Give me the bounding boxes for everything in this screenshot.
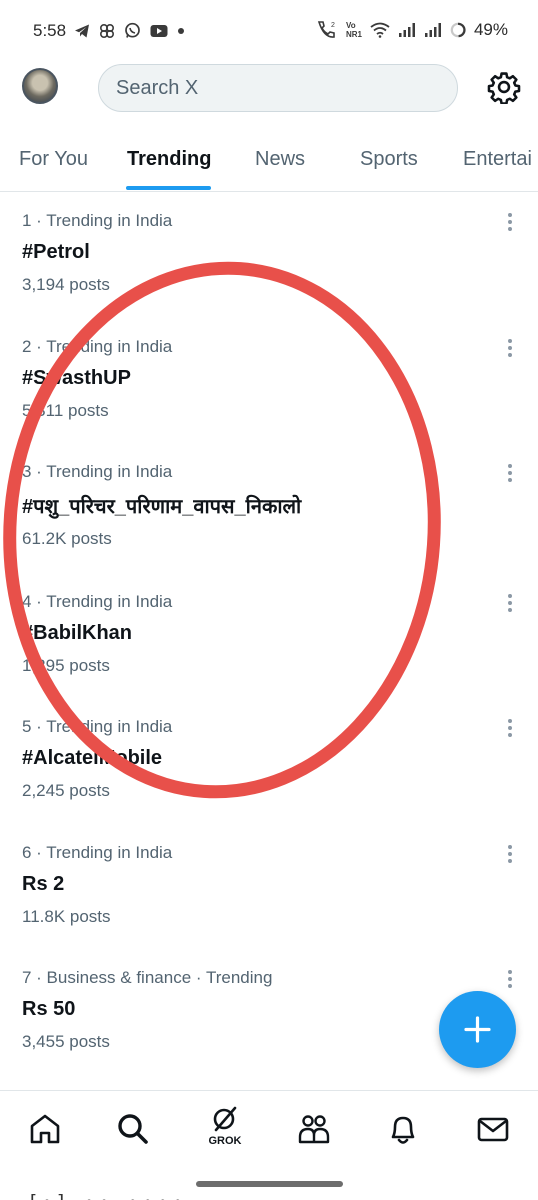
svg-text:2: 2 <box>331 22 335 29</box>
trend-item[interactable]: 2 · Trending in India #SwasthUP 5,311 po… <box>0 337 538 462</box>
grok-icon <box>213 1106 237 1132</box>
wifi-calling-icon: 2 <box>317 21 335 38</box>
compose-button[interactable] <box>439 991 516 1068</box>
signal-icon-2 <box>424 23 441 37</box>
trend-meta: 5 · Trending in India <box>22 717 173 736</box>
messages-icon[interactable] <box>473 1109 513 1149</box>
youtube-icon <box>150 24 168 37</box>
bottom-nav: GROK <box>0 1090 538 1170</box>
tab-entertainment[interactable]: Entertai <box>463 148 532 171</box>
trend-name[interactable]: #पशु_परिचर_परिणाम_वापस_निकालो <box>22 492 301 519</box>
trend-meta: 1 · Trending in India <box>22 211 173 230</box>
telegram-icon <box>75 24 89 37</box>
communities-icon[interactable] <box>294 1109 334 1149</box>
more-options-icon[interactable] <box>500 843 520 869</box>
network-label: Vo NR1 <box>345 21 362 39</box>
trend-name[interactable]: #Petrol <box>22 241 90 264</box>
more-options-icon[interactable] <box>500 592 520 618</box>
trend-item[interactable]: 3 · Trending in India #पशु_परिचर_परिणाम_… <box>0 462 538 592</box>
whatsapp-icon <box>125 22 140 38</box>
active-tab-indicator <box>126 186 211 190</box>
trend-item[interactable]: 1 · Trending in India #Petrol 3,194 post… <box>0 211 538 336</box>
tab-bar: For You Trending News Sports Entertai <box>0 130 538 192</box>
trend-name[interactable]: #SwasthUP <box>22 367 131 390</box>
plus-icon <box>464 1016 491 1043</box>
trend-posts: 11.8K posts <box>22 907 111 926</box>
gesture-bar[interactable] <box>196 1181 343 1187</box>
trend-posts: 3,455 posts <box>22 1032 110 1051</box>
trend-name[interactable]: Rs 2 <box>22 873 64 896</box>
trend-posts: 1,295 posts <box>22 656 110 675</box>
trend-posts: 3,194 posts <box>22 275 110 294</box>
home-icon[interactable] <box>25 1109 65 1149</box>
trend-meta: 2 · Trending in India <box>22 337 173 356</box>
battery-percent: 49% <box>473 20 508 39</box>
trend-posts: 2,245 posts <box>22 781 110 800</box>
trend-meta: 4 · Trending in India <box>22 592 173 611</box>
trend-posts: 5,311 posts <box>22 401 109 420</box>
notifications-icon[interactable] <box>383 1109 423 1149</box>
tab-for-you[interactable]: For You <box>19 148 88 171</box>
signal-icon <box>398 23 415 37</box>
trend-name[interactable]: Rs 50 <box>22 998 75 1021</box>
more-options-icon[interactable] <box>500 462 520 488</box>
cutoff-text: [•] •• •••• <box>30 1192 189 1200</box>
tab-trending[interactable]: Trending <box>127 148 211 171</box>
status-time: 5:58 <box>33 21 67 40</box>
dot-icon <box>178 27 184 34</box>
tab-sports[interactable]: Sports <box>360 148 418 171</box>
status-left-icons <box>74 22 185 39</box>
trend-name[interactable]: #AlcatelMobile <box>22 747 162 770</box>
battery-icon <box>450 22 466 38</box>
settings-icon[interactable] <box>487 70 521 104</box>
search-input[interactable] <box>99 65 457 111</box>
more-options-icon[interactable] <box>500 211 520 237</box>
trend-meta: 3 · Trending in India <box>22 462 173 481</box>
trend-posts: 61.2K posts <box>22 529 112 548</box>
status-bar: 5:58 2 Vo NR1 49% <box>0 0 538 60</box>
header <box>0 60 538 120</box>
trend-item[interactable]: 6 · Trending in India Rs 2 11.8K posts <box>0 843 538 968</box>
grok-tab[interactable]: GROK <box>205 1105 245 1147</box>
search-box[interactable] <box>98 64 458 112</box>
trend-item[interactable]: 4 · Trending in India #BabilKhan 1,295 p… <box>0 592 538 717</box>
pinwheel-icon <box>99 23 115 38</box>
grok-label: GROK <box>208 1135 242 1147</box>
trend-item[interactable]: 5 · Trending in India #AlcatelMobile 2,2… <box>0 717 538 842</box>
trend-meta: 6 · Trending in India <box>22 843 173 862</box>
wifi-icon <box>370 22 390 38</box>
status-right: 2 Vo NR1 49% <box>316 20 508 40</box>
more-options-icon[interactable] <box>500 337 520 363</box>
avatar[interactable] <box>22 68 58 104</box>
trend-name[interactable]: #BabilKhan <box>22 622 132 645</box>
more-options-icon[interactable] <box>500 717 520 743</box>
tab-news[interactable]: News <box>255 148 305 171</box>
search-icon[interactable] <box>113 1109 153 1149</box>
trend-meta: 7 · Business & finance · Trending <box>22 968 273 987</box>
